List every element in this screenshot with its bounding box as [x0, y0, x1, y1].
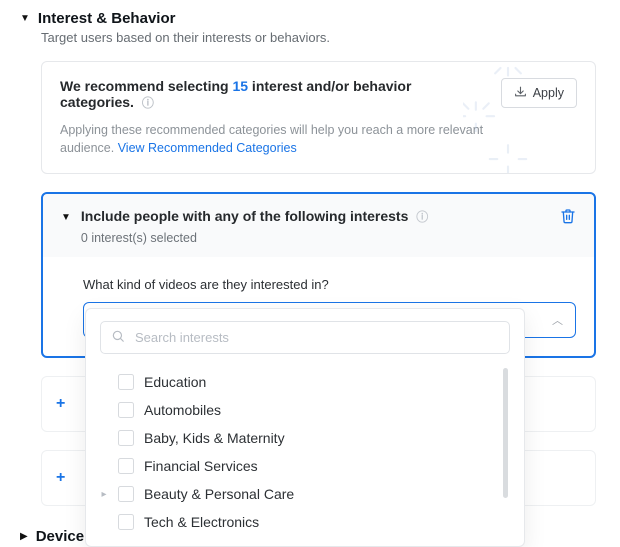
interest-prompt: What kind of videos are they interested …	[83, 277, 576, 292]
search-input-wrap[interactable]	[100, 321, 510, 354]
search-icon	[111, 329, 125, 346]
chevron-up-icon: ︿	[552, 312, 563, 328]
option-label: Beauty & Personal Care	[144, 486, 294, 502]
checkbox[interactable]	[118, 430, 134, 446]
interest-option[interactable]: Automobiles	[100, 396, 510, 424]
view-recommended-link[interactable]: View Recommended Categories	[118, 141, 297, 155]
checkbox[interactable]	[118, 514, 134, 530]
option-label: Financial Services	[144, 458, 258, 474]
recommend-card: We recommend selecting 15 interest and/o…	[41, 61, 596, 174]
apply-icon	[514, 85, 527, 101]
option-label: Education	[144, 374, 206, 390]
device-section-title: Device	[36, 528, 84, 545]
caret-down-icon[interactable]: ▼	[61, 212, 71, 223]
option-label: Automobiles	[144, 402, 221, 418]
interest-option[interactable]: Baby, Kids & Maternity	[100, 424, 510, 452]
delete-icon[interactable]	[560, 208, 576, 228]
interest-option[interactable]: Education	[100, 368, 510, 396]
include-title: Include people with any of the following…	[81, 208, 408, 224]
checkbox[interactable]	[118, 402, 134, 418]
checkbox[interactable]	[118, 374, 134, 390]
caret-right-icon[interactable]: ▶	[20, 531, 28, 542]
apply-label: Apply	[533, 86, 564, 100]
plus-icon: +	[56, 395, 65, 412]
interest-option[interactable]: ▸ Beauty & Personal Care	[100, 480, 510, 508]
interest-option-list: Education Automobiles Baby, Kids & Mater…	[100, 368, 510, 536]
checkbox[interactable]	[118, 458, 134, 474]
interest-option[interactable]: Financial Services	[100, 452, 510, 480]
interest-option[interactable]: Tech & Electronics	[100, 508, 510, 536]
search-input[interactable]	[133, 329, 499, 346]
option-label: Tech & Electronics	[144, 514, 259, 530]
help-icon[interactable]: ⓘ	[142, 96, 154, 110]
checkbox[interactable]	[118, 486, 134, 502]
caret-down-icon[interactable]: ▼	[20, 13, 30, 24]
interest-dropdown: Education Automobiles Baby, Kids & Mater…	[85, 308, 525, 547]
section-title: Interest & Behavior	[38, 10, 176, 27]
interests-selected-count: 0 interest(s) selected	[81, 231, 550, 245]
recommend-headline: We recommend selecting 15 interest and/o…	[60, 78, 485, 111]
scrollbar[interactable]	[503, 368, 508, 498]
apply-button[interactable]: Apply	[501, 78, 577, 108]
recommend-count: 15	[232, 78, 248, 94]
plus-icon: +	[56, 469, 65, 486]
recommend-prefix: We recommend selecting	[60, 78, 232, 94]
option-label: Baby, Kids & Maternity	[144, 430, 285, 446]
recommend-subtext: Applying these recommended categories wi…	[60, 121, 485, 157]
help-icon[interactable]: ⓘ	[416, 210, 428, 224]
include-title-row: Include people with any of the following…	[81, 208, 550, 225]
section-subtitle: Target users based on their interests or…	[41, 30, 606, 45]
chevron-right-icon[interactable]: ▸	[100, 489, 108, 500]
